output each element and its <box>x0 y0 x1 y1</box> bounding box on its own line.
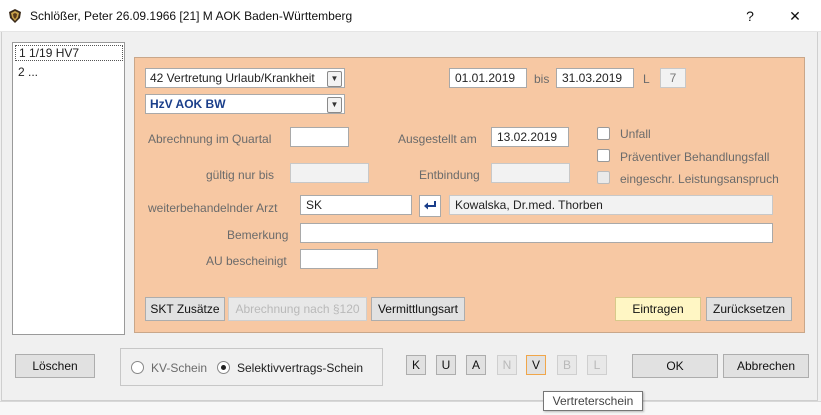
close-button[interactable]: ✕ <box>775 2 815 30</box>
leistung-checkbox <box>597 171 610 184</box>
unfall-checkbox[interactable] <box>597 127 610 140</box>
l-label: L <box>643 72 650 86</box>
letter-k-button[interactable]: K <box>406 355 426 375</box>
gueltig-label: gültig nur bis <box>206 168 275 182</box>
arzt-label: weiterbehandelnder Arzt <box>148 201 278 215</box>
zuruecksetzen-button[interactable]: Zurücksetzen <box>706 297 792 321</box>
ok-button[interactable]: OK <box>632 354 718 378</box>
letter-l-button: L <box>587 355 607 375</box>
case-type-value: 42 Vertretung Urlaub/Krankheit <box>150 71 315 85</box>
letter-v-button[interactable]: V <box>526 355 546 375</box>
window-title: Schlößer, Peter 26.09.1966 [21] M AOK Ba… <box>30 9 353 23</box>
au-field[interactable] <box>300 249 378 269</box>
arzt-lookup-button[interactable] <box>419 195 441 217</box>
date-from-field[interactable]: 01.01.2019 <box>449 68 527 88</box>
enter-arrow-icon <box>424 201 436 210</box>
date-to-field[interactable]: 31.03.2019 <box>556 68 634 88</box>
chevron-down-icon: ▼ <box>327 97 342 113</box>
list-item[interactable]: 2 ... <box>15 65 38 81</box>
entbindung-field <box>491 163 570 183</box>
selektiv-schein-radio[interactable] <box>217 361 230 374</box>
app-shield-icon <box>9 9 21 23</box>
praeventiv-label: Präventiver Behandlungsfall <box>620 150 770 164</box>
schein-type-group: KV-Schein Selektivvertrags-Schein <box>120 348 383 386</box>
ausgestellt-field[interactable]: 13.02.2019 <box>491 127 569 147</box>
bemerkung-label: Bemerkung <box>227 228 289 242</box>
leistung-label: eingeschr. Leistungsanspruch <box>620 172 779 186</box>
letter-u-button[interactable]: U <box>436 355 456 375</box>
help-button[interactable]: ? <box>730 2 770 30</box>
arzt-name-field: Kowalska, Dr.med. Thorben <box>449 195 773 215</box>
gueltig-field <box>290 163 369 183</box>
eintragen-button[interactable]: Eintragen <box>615 297 701 321</box>
kv-schein-label: KV-Schein <box>151 361 208 375</box>
vertreterschein-tooltip: Vertreterschein <box>543 391 643 411</box>
loeschen-button[interactable]: Löschen <box>15 354 95 378</box>
arzt-code-field[interactable]: SK <box>300 195 412 215</box>
bis-label: bis <box>534 72 550 86</box>
selektiv-schein-label: Selektivvertrags-Schein <box>237 361 364 375</box>
chevron-down-icon: ▼ <box>327 71 342 87</box>
skt-zusaetze-button[interactable]: SKT Zusätze <box>145 297 225 321</box>
case-type-select[interactable]: 42 Vertretung Urlaub/Krankheit ▼ <box>145 68 345 88</box>
contract-select[interactable]: HzV AOK BW ▼ <box>145 94 345 114</box>
abrechnung-label: Abrechnung im Quartal <box>148 132 272 146</box>
kv-schein-radio[interactable] <box>131 361 144 374</box>
schein-list[interactable]: 1 1/19 HV7 2 ... <box>12 42 125 335</box>
praeventiv-checkbox[interactable] <box>597 149 610 162</box>
bemerkung-field[interactable] <box>300 223 773 243</box>
abrechnung-120-button: Abrechnung nach §120 <box>228 297 367 321</box>
au-label: AU bescheinigt <box>206 254 287 268</box>
letter-n-button: N <box>497 355 517 375</box>
l-field: 7 <box>660 68 686 88</box>
background-window-strip <box>0 401 821 415</box>
letter-b-button: B <box>557 355 577 375</box>
ausgestellt-label: Ausgestellt am <box>398 132 477 146</box>
entbindung-label: Entbindung <box>419 168 480 182</box>
contract-value: HzV AOK BW <box>150 97 226 111</box>
list-item[interactable]: 1 1/19 HV7 <box>15 45 123 61</box>
letter-a-button[interactable]: A <box>466 355 486 375</box>
vermittlungsart-button[interactable]: Vermittlungsart <box>371 297 465 321</box>
abbrechen-button[interactable]: Abbrechen <box>723 354 809 378</box>
abrechnung-field[interactable] <box>290 127 349 147</box>
title-bar: Schlößer, Peter 26.09.1966 [21] M AOK Ba… <box>0 0 821 32</box>
unfall-label: Unfall <box>620 127 651 141</box>
